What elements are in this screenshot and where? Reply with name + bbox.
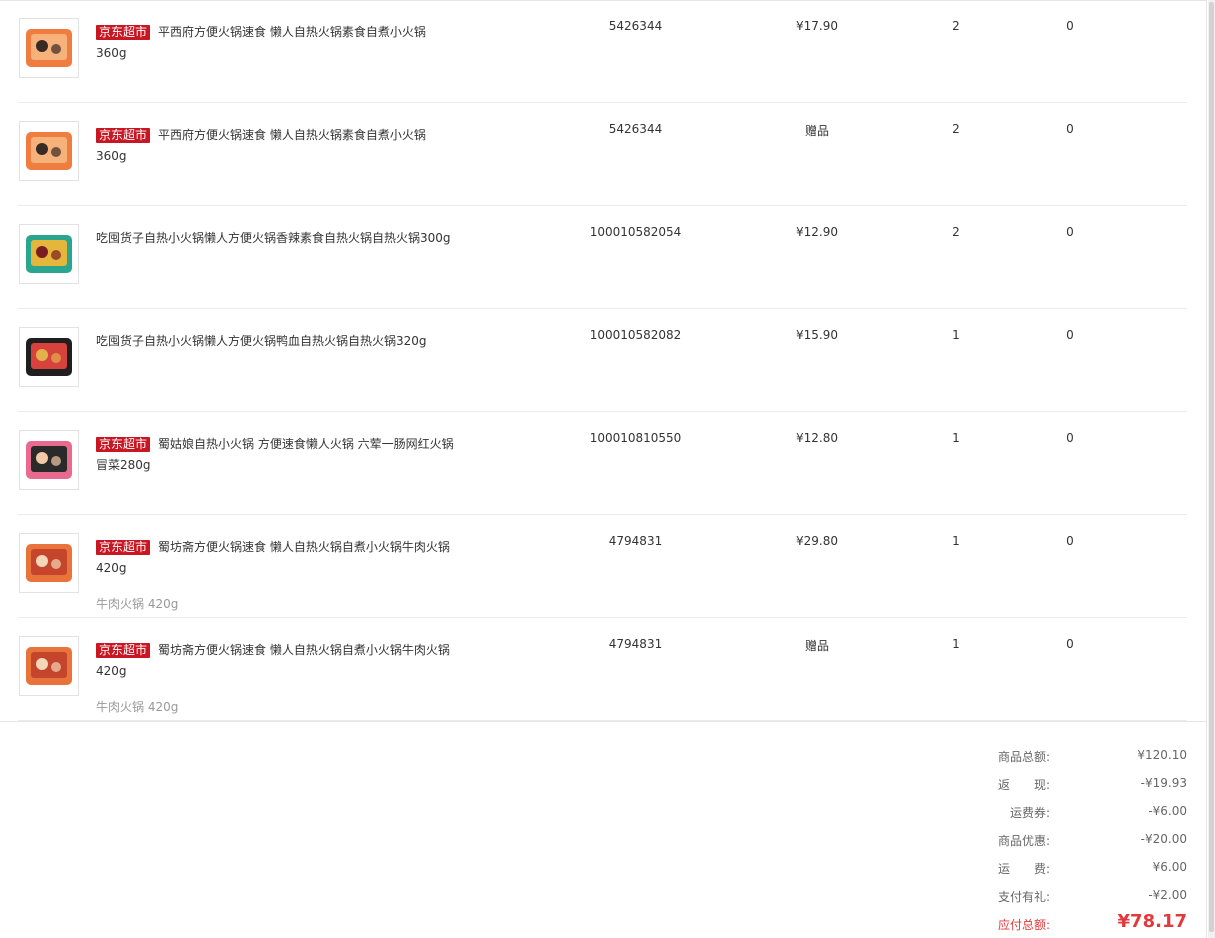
product-returned-count: 0 bbox=[1066, 431, 1074, 445]
scrollbar-thumb[interactable] bbox=[1209, 2, 1214, 932]
jd-supermarket-badge: 京东超市 bbox=[96, 540, 151, 555]
jd-supermarket-badge: 京东超市 bbox=[96, 437, 151, 452]
summary-label: 运 费: bbox=[997, 862, 1050, 876]
summary-goods-total: 商品总额: ¥120.10 bbox=[960, 748, 1187, 768]
product-quantity: 2 bbox=[952, 225, 960, 239]
product-title-link[interactable]: 吃囤货子自热小火锅懒人方便火锅香辣素食自热火锅自热火锅300g bbox=[96, 228, 456, 249]
summary-value: -¥19.93 bbox=[1140, 776, 1187, 790]
product-price: ¥17.90 bbox=[796, 19, 838, 33]
order-item-row: 京东超市 蜀坊斋方便火锅速食 懒人自热火锅自煮小火锅牛肉火锅 420g 牛肉火锅 4… bbox=[18, 618, 1187, 721]
product-sku: 4794831 bbox=[608, 637, 663, 651]
order-item-row: 吃囤货子自热小火锅懒人方便火锅鸭血自热火锅自热火锅320g 10001058208… bbox=[18, 309, 1187, 412]
product-sku: 5426344 bbox=[608, 122, 663, 136]
summary-label: 商品优惠: bbox=[997, 834, 1050, 848]
summary-value: ¥120.10 bbox=[1137, 748, 1187, 762]
summary-cashback: 返 现: -¥19.93 bbox=[960, 776, 1187, 796]
product-returned-count: 0 bbox=[1066, 19, 1074, 33]
hotpot-green-box-image[interactable] bbox=[19, 224, 79, 284]
order-item-row: 京东超市 平西府方便火锅速食 懒人自热火锅素食自煮小火锅360g 5426344 赠品… bbox=[18, 103, 1187, 206]
product-quantity: 1 bbox=[952, 431, 960, 445]
product-price: ¥12.90 bbox=[796, 225, 838, 239]
product-sku: 100010582082 bbox=[589, 328, 682, 342]
product-title-link[interactable]: 京东超市 蜀姑娘自热小火锅 方便速食懒人火锅 六荤一肠网红火锅冒菜280g bbox=[96, 434, 456, 476]
order-item-row: 京东超市 蜀坊斋方便火锅速食 懒人自热火锅自煮小火锅牛肉火锅 420g 牛肉火锅 4… bbox=[18, 515, 1187, 618]
product-quantity: 2 bbox=[952, 122, 960, 136]
payable-amount: ¥78.17 bbox=[1117, 911, 1187, 932]
product-returned-count: 0 bbox=[1066, 534, 1074, 548]
product-title-link[interactable]: 吃囤货子自热小火锅懒人方便火锅鸭血自热火锅自热火锅320g bbox=[96, 331, 456, 352]
beef-hotpot-image[interactable] bbox=[19, 533, 79, 593]
product-name[interactable]: 吃囤货子自热小火锅懒人方便火锅香辣素食自热火锅自热火锅300g bbox=[96, 231, 451, 245]
summary-shipping: 运 费: ¥6.00 bbox=[960, 860, 1187, 880]
product-price: 赠品 bbox=[804, 639, 829, 653]
hotpot-box-image[interactable] bbox=[19, 18, 79, 78]
summary-shipping-coupon: 运费券: -¥6.00 bbox=[960, 804, 1187, 824]
jd-supermarket-badge: 京东超市 bbox=[96, 25, 151, 40]
product-title-link[interactable]: 京东超市 平西府方便火锅速食 懒人自热火锅素食自煮小火锅360g bbox=[96, 125, 456, 167]
product-quantity: 1 bbox=[952, 328, 960, 342]
product-variant: 牛肉火锅 420g bbox=[96, 700, 179, 714]
summary-payable-total: 应付总额: ¥78.17 bbox=[960, 911, 1187, 936]
hotpot-pink-box-image[interactable] bbox=[19, 430, 79, 490]
product-title-link[interactable]: 京东超市 蜀坊斋方便火锅速食 懒人自热火锅自煮小火锅牛肉火锅 420g bbox=[96, 640, 456, 682]
summary-value: -¥20.00 bbox=[1140, 832, 1187, 846]
product-sku: 100010582054 bbox=[589, 225, 682, 239]
order-item-row: 京东超市 平西府方便火锅速食 懒人自热火锅素食自煮小火锅360g 5426344 ¥1… bbox=[18, 0, 1187, 103]
jd-supermarket-badge: 京东超市 bbox=[96, 643, 151, 658]
summary-label: 运费券: bbox=[1009, 806, 1050, 820]
summary-label: 商品总额: bbox=[997, 750, 1050, 764]
summary-label: 返 现: bbox=[997, 778, 1050, 792]
product-returned-count: 0 bbox=[1066, 122, 1074, 136]
product-quantity: 1 bbox=[952, 637, 960, 651]
hotpot-dark-box-image[interactable] bbox=[19, 327, 79, 387]
product-price: 赠品 bbox=[804, 124, 829, 138]
summary-value: -¥6.00 bbox=[1148, 804, 1187, 818]
order-item-row: 京东超市 蜀姑娘自热小火锅 方便速食懒人火锅 六荤一肠网红火锅冒菜280g 1000… bbox=[18, 412, 1187, 515]
hotpot-box-image[interactable] bbox=[19, 121, 79, 181]
summary-value: ¥6.00 bbox=[1152, 860, 1187, 874]
summary-label: 支付有礼: bbox=[997, 890, 1050, 904]
product-returned-count: 0 bbox=[1066, 225, 1074, 239]
product-price: ¥29.80 bbox=[796, 534, 838, 548]
product-quantity: 1 bbox=[952, 534, 960, 548]
product-returned-count: 0 bbox=[1066, 637, 1074, 651]
summary-discount: 商品优惠: -¥20.00 bbox=[960, 832, 1187, 852]
jd-supermarket-badge: 京东超市 bbox=[96, 128, 151, 143]
summary-label: 应付总额: bbox=[997, 918, 1050, 932]
product-variant: 牛肉火锅 420g bbox=[96, 597, 179, 611]
product-returned-count: 0 bbox=[1066, 328, 1074, 342]
product-title-link[interactable]: 京东超市 平西府方便火锅速食 懒人自热火锅素食自煮小火锅360g bbox=[96, 22, 456, 64]
product-title-link[interactable]: 京东超市 蜀坊斋方便火锅速食 懒人自热火锅自煮小火锅牛肉火锅 420g bbox=[96, 537, 456, 579]
order-item-row: 吃囤货子自热小火锅懒人方便火锅香辣素食自热火锅自热火锅300g 100010582… bbox=[18, 206, 1187, 309]
product-sku: 4794831 bbox=[608, 534, 663, 548]
product-sku: 5426344 bbox=[608, 19, 663, 33]
product-price: ¥15.90 bbox=[796, 328, 838, 342]
beef-hotpot-image[interactable] bbox=[19, 636, 79, 696]
product-name[interactable]: 吃囤货子自热小火锅懒人方便火锅鸭血自热火锅自热火锅320g bbox=[96, 334, 427, 348]
summary-divider bbox=[0, 721, 1207, 722]
product-price: ¥12.80 bbox=[796, 431, 838, 445]
summary-value: -¥2.00 bbox=[1148, 888, 1187, 902]
product-quantity: 2 bbox=[952, 19, 960, 33]
summary-payment-gift: 支付有礼: -¥2.00 bbox=[960, 888, 1187, 908]
product-sku: 100010810550 bbox=[589, 431, 682, 445]
